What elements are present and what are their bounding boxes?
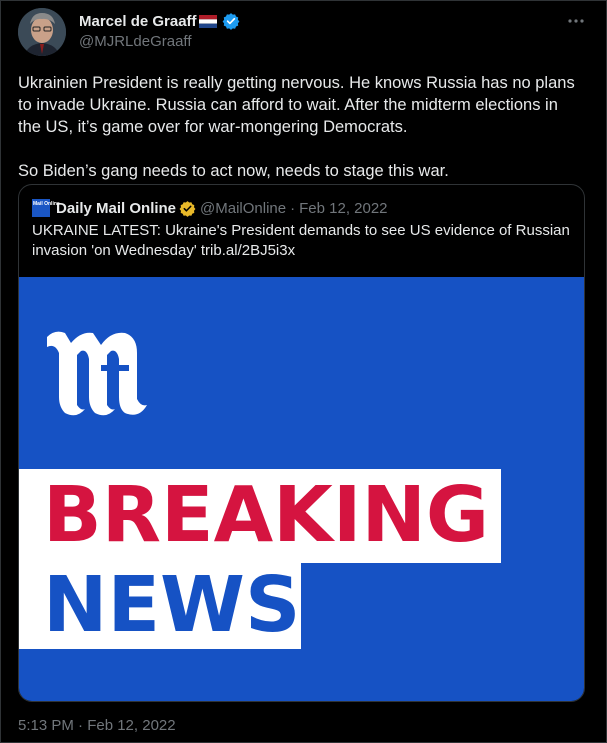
author-name[interactable]: Marcel de Graaff — [79, 13, 197, 30]
author-name-row: Marcel de Graaff — [79, 11, 240, 31]
daily-mail-avatar-text: Mail Online — [33, 201, 60, 207]
tweet-text: Ukrainien President is really getting ne… — [18, 72, 578, 182]
quoted-date[interactable]: Feb 12, 2022 — [299, 200, 387, 217]
breaking-news-image[interactable]: BREAKING NEWS — [19, 277, 584, 701]
netherlands-flag-icon — [198, 14, 217, 28]
tweet-card: Marcel de Graaff @MJRLdeGraaff Ukrainien… — [0, 0, 607, 743]
avatar[interactable] — [18, 8, 66, 56]
daily-mail-m-logo — [47, 331, 147, 416]
gold-verified-badge-icon[interactable] — [179, 200, 196, 217]
tweet-paragraph: Ukrainien President is really getting ne… — [18, 74, 575, 136]
quoted-author-name[interactable]: Daily Mail Online — [56, 200, 176, 217]
tweet-timestamp[interactable]: 5:13 PM · Feb 12, 2022 — [18, 717, 176, 734]
quoted-tweet-header: Mail Online Daily Mail Online @MailOnlin… — [32, 198, 388, 218]
news-band: NEWS — [19, 563, 301, 649]
breaking-band: BREAKING — [19, 469, 501, 563]
tweet-paragraph: So Biden’s gang needs to act now, needs … — [18, 162, 449, 180]
daily-mail-avatar[interactable]: Mail Online — [32, 199, 60, 217]
author-handle[interactable]: @MJRLdeGraaff — [79, 33, 192, 50]
more-options-icon[interactable] — [566, 13, 586, 29]
quoted-tweet-text: UKRAINE LATEST: Ukraine's President dema… — [32, 222, 570, 259]
quoted-author-handle[interactable]: @MailOnline — [200, 200, 286, 217]
quoted-tweet[interactable]: Mail Online Daily Mail Online @MailOnlin… — [18, 184, 585, 702]
meta-separator: · — [290, 199, 296, 217]
news-text: NEWS — [43, 561, 301, 650]
verified-badge-icon[interactable] — [222, 12, 240, 30]
breaking-text: BREAKING — [43, 471, 490, 560]
